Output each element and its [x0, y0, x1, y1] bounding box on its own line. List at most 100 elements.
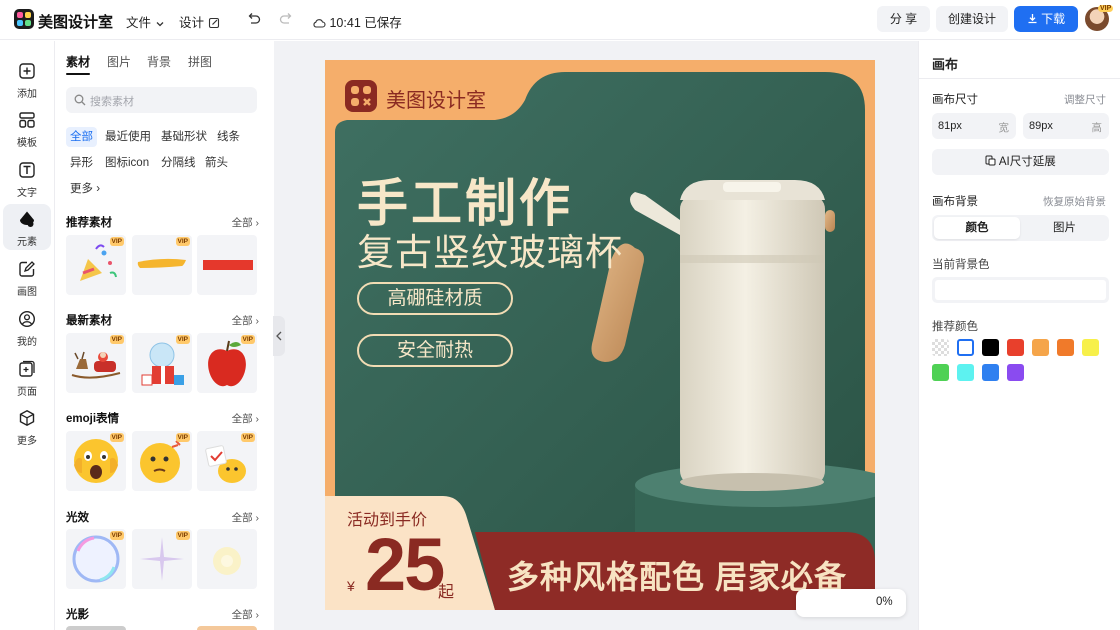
height-field[interactable]: 89px 高 — [1023, 113, 1109, 139]
asset-apple[interactable]: VIP — [197, 333, 257, 393]
rail-label: 添加 — [17, 89, 37, 100]
draw-icon — [19, 261, 35, 277]
top-bar: 美图设计室 文件 设计 10:41 已保存 分 享 创建设计 下载 VIP — [0, 0, 1120, 40]
rail-item-mine[interactable]: 我的 — [3, 304, 51, 350]
width-value: 81px — [938, 120, 962, 132]
rail-item-text[interactable]: 文字 — [3, 155, 51, 201]
seg-image[interactable]: 图片 — [1022, 217, 1107, 239]
restore-bg-link[interactable]: 恢复原始背景 — [1043, 194, 1106, 209]
tab-materials[interactable]: 素材 — [66, 53, 91, 75]
tab-backgrounds[interactable]: 背景 — [147, 53, 171, 70]
tab-collage[interactable]: 拼图 — [188, 53, 212, 70]
edit-icon — [208, 17, 219, 29]
ai-extend-button[interactable]: AI尺寸延展 — [932, 149, 1109, 175]
file-menu[interactable]: 文件 — [126, 12, 165, 31]
section-all-link[interactable]: 全部 › — [232, 313, 259, 328]
save-status: 10:41 已保存 — [312, 12, 402, 31]
asset-glow[interactable] — [197, 529, 257, 589]
chip-arrows[interactable]: 箭头 — [201, 153, 232, 173]
brand-logo-icon — [345, 80, 377, 112]
glow-icon — [213, 547, 241, 575]
swatch-black[interactable] — [982, 339, 999, 356]
swatch-light-orange[interactable] — [1032, 339, 1049, 356]
bg-segmented-control: 颜色 图片 — [932, 215, 1109, 241]
asset-party-popper[interactable]: VIP — [66, 235, 126, 295]
app-logo-icon[interactable] — [14, 9, 34, 29]
poster-headline-2[interactable]: 复古竖纹玻璃杯 — [357, 222, 623, 276]
seg-color[interactable]: 颜色 — [934, 217, 1020, 239]
asset-sparkle[interactable]: VIP — [132, 529, 192, 589]
asset-emoji-chick[interactable]: VIP — [197, 431, 257, 491]
asset-emoji-scared[interactable]: VIP — [66, 431, 126, 491]
rail-item-more[interactable]: 更多 — [3, 403, 51, 449]
chip-irregular[interactable]: 异形 — [66, 153, 97, 173]
search-icon — [74, 94, 86, 106]
chip-all[interactable]: 全部 — [66, 127, 97, 147]
panel-title: 画布 — [932, 57, 959, 72]
rail-item-add[interactable]: 添加 — [3, 56, 51, 102]
vip-badge: VIP — [175, 531, 190, 540]
rail-item-draw[interactable]: 画图 — [3, 254, 51, 300]
download-button[interactable]: 下载 — [1014, 6, 1078, 32]
brand-name: 美图设计室 — [38, 14, 114, 31]
text-icon — [19, 162, 35, 178]
chip-icons[interactable]: 图标icon — [101, 153, 153, 173]
design-menu[interactable]: 设计 — [179, 12, 220, 31]
chip-dividers[interactable]: 分隔线 — [157, 153, 200, 173]
poster-banner-text[interactable]: 多种风格配色 居家必备 — [507, 552, 847, 598]
width-field[interactable]: 81px 宽 — [932, 113, 1016, 139]
chip-basic-shapes[interactable]: 基础形状 — [157, 127, 211, 147]
rail-label: 更多 — [17, 436, 37, 447]
section-all-link[interactable]: 全部 › — [232, 510, 259, 525]
asset-gift-globe[interactable]: VIP — [132, 333, 192, 393]
zoom-control[interactable]: 0% — [796, 589, 906, 617]
asset-brush-stroke[interactable]: VIP — [132, 235, 192, 295]
search-input[interactable]: 搜索素材 — [66, 87, 257, 113]
rail-item-elements[interactable]: 元素 — [3, 204, 51, 250]
user-icon — [18, 310, 36, 328]
swatch-red[interactable] — [1007, 339, 1024, 356]
swatch-yellow[interactable] — [1082, 339, 1099, 356]
swatch-blue[interactable] — [982, 364, 999, 381]
rail-item-pages[interactable]: 页面 — [3, 354, 51, 400]
resize-link[interactable]: 调整尺寸 — [1064, 92, 1106, 107]
swatch-white[interactable] — [957, 339, 974, 356]
canvas-size-label: 画布尺寸 — [932, 94, 978, 106]
save-status-text: 10:41 已保存 — [329, 16, 402, 30]
poster-badge-1[interactable]: 高硼硅材质 — [357, 282, 513, 315]
swatch-cyan[interactable] — [957, 364, 974, 381]
swatch-orange[interactable] — [1057, 339, 1074, 356]
rail-item-templates[interactable]: 模板 — [3, 105, 51, 151]
file-menu-label: 文件 — [126, 16, 152, 30]
section-all-link[interactable]: 全部 › — [232, 215, 259, 230]
section-all-label: 全部 — [231, 315, 253, 327]
collapse-panel-button[interactable] — [273, 316, 285, 356]
design-canvas[interactable]: 美图设计室 手工制作 复古竖纹玻璃杯 高硼硅材质 安全耐热 活动到手价 ¥ 25… — [325, 60, 875, 610]
chip-lines[interactable]: 线条 — [213, 127, 244, 147]
swatch-purple[interactable] — [1007, 364, 1024, 381]
asset-shadow-1[interactable] — [66, 626, 126, 630]
share-button[interactable]: 分 享 — [877, 6, 930, 32]
asset-bubble-ring[interactable]: VIP — [66, 529, 126, 589]
download-icon — [1028, 14, 1037, 24]
asset-shadow-2[interactable] — [197, 626, 257, 630]
poster-badge-2[interactable]: 安全耐热 — [357, 334, 513, 367]
swatch-green[interactable] — [932, 364, 949, 381]
swatch-transparent[interactable] — [932, 339, 949, 356]
asset-red-bar[interactable] — [197, 235, 257, 295]
tab-images[interactable]: 图片 — [107, 53, 131, 70]
current-bg-color-field[interactable] — [932, 277, 1109, 303]
chip-more[interactable]: 更多 › — [66, 179, 104, 199]
create-design-button[interactable]: 创建设计 — [936, 6, 1008, 32]
price-value[interactable]: 25 — [365, 522, 445, 607]
asset-emoji-thinking[interactable]: VIP — [132, 431, 192, 491]
asset-sleigh[interactable]: VIP — [66, 333, 126, 393]
section-all-link[interactable]: 全部 › — [232, 607, 259, 622]
search-placeholder: 搜索素材 — [90, 96, 134, 108]
vip-badge: VIP — [109, 531, 124, 540]
section-all-link[interactable]: 全部 › — [232, 411, 259, 426]
redo-icon[interactable] — [279, 12, 294, 26]
undo-icon[interactable] — [246, 12, 261, 26]
height-unit: 高 — [1091, 122, 1103, 134]
chip-recent[interactable]: 最近使用 — [101, 127, 155, 147]
